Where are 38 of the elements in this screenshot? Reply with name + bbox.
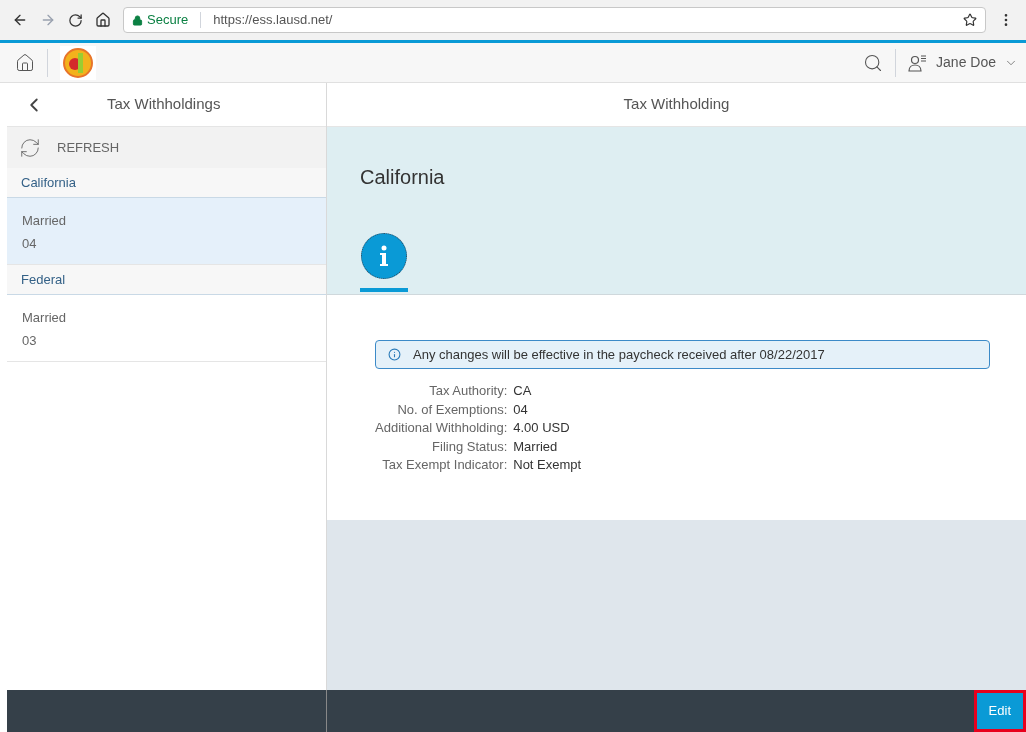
detail-title: Tax Withholding — [623, 94, 730, 115]
reload-icon[interactable] — [68, 12, 83, 28]
field-label: No. of Exemptions: — [396, 401, 508, 418]
user-icon — [908, 53, 929, 72]
address-bar[interactable]: Secure https://ess.lausd.net/ — [123, 7, 986, 33]
message-text: Any changes will be effective in the paycheck received after 08/22/2017 — [413, 345, 825, 364]
bookmark-star-icon[interactable] — [963, 13, 977, 27]
item-title: Married — [22, 309, 68, 327]
info-icon — [388, 348, 401, 361]
group-header: Federal — [7, 265, 326, 295]
edit-button[interactable]: Edit — [973, 690, 1026, 732]
field-value: Not Exempt — [513, 457, 583, 474]
secure-label: Secure — [147, 11, 189, 30]
home-icon[interactable] — [95, 12, 111, 28]
field-label: Additional Withholding: — [375, 420, 508, 437]
list-item[interactable]: Married 04 — [7, 198, 326, 265]
item-subtitle: 03 — [22, 331, 38, 350]
field-value: 4.00 USD — [513, 420, 571, 437]
url-text: https://ess.lausd.net/ — [213, 11, 333, 30]
refresh-button[interactable]: REFRESH — [7, 127, 326, 168]
field-value: 04 — [513, 401, 529, 418]
refresh-icon — [19, 136, 41, 159]
lock-icon — [132, 14, 143, 26]
home-icon[interactable] — [15, 52, 35, 73]
back-icon[interactable] — [12, 12, 28, 28]
field-label: Tax Exempt Indicator: — [381, 457, 508, 474]
user-menu-button[interactable]: Jane Doe — [908, 52, 1018, 73]
info-tab[interactable] — [360, 232, 408, 292]
field-value: CA — [513, 383, 533, 400]
field-label: Tax Authority: — [428, 383, 508, 400]
master-title: Tax Withholdings — [107, 94, 221, 115]
search-icon[interactable] — [863, 52, 884, 73]
field-label: Filing Status: — [431, 438, 508, 455]
object-title: California — [360, 165, 446, 190]
item-subtitle: 04 — [22, 234, 38, 253]
field-value: Married — [513, 438, 559, 455]
group-header: California — [7, 168, 326, 198]
item-title: Married — [22, 212, 68, 230]
